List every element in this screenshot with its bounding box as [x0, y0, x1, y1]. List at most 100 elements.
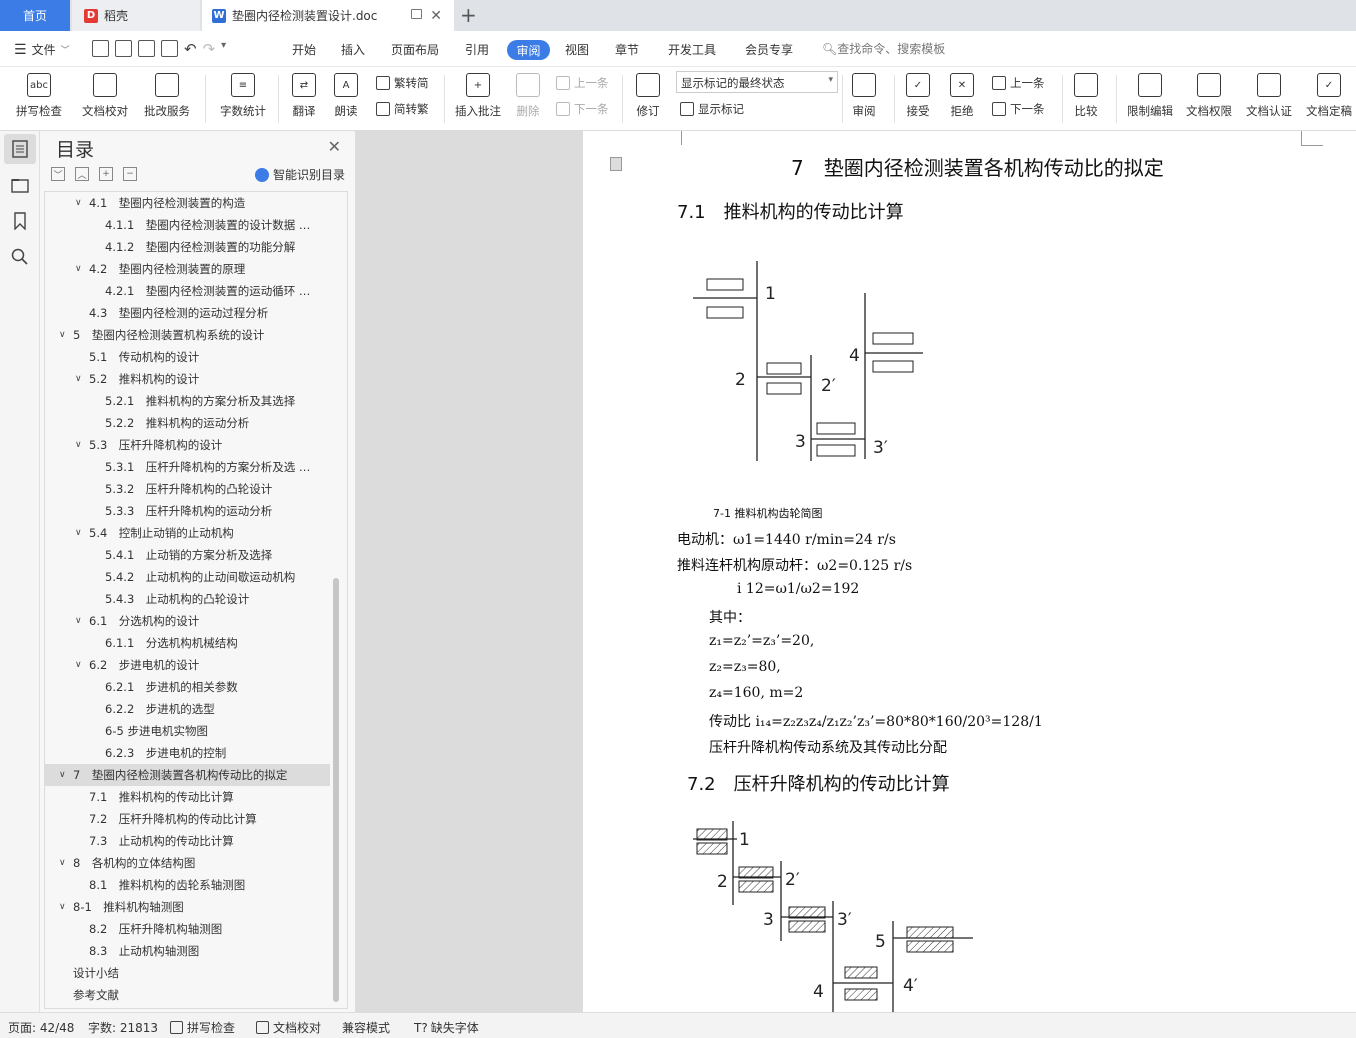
- chevron-down-icon[interactable]: ∨: [59, 770, 69, 780]
- menu-developer[interactable]: 开发工具: [668, 41, 716, 58]
- trad-to-simp-button[interactable]: 繁转简: [376, 75, 429, 91]
- doc-permission-button[interactable]: 文档权限: [1182, 67, 1236, 131]
- collapse-all-icon[interactable]: −: [123, 167, 137, 181]
- bookmark-icon[interactable]: [10, 211, 30, 231]
- search-icon[interactable]: [10, 247, 30, 267]
- compare-button[interactable]: 比较: [1068, 67, 1104, 131]
- file-menu[interactable]: ☰ 文件 ﹀: [14, 41, 70, 58]
- toc-item[interactable]: ∨ 6.2 步进电机的设计: [45, 654, 330, 676]
- toc-item[interactable]: 参考文献: [45, 984, 330, 1006]
- toc-item[interactable]: 5.3.1 压杆升降机构的方案分析及选 …: [45, 456, 330, 478]
- print-preview-icon[interactable]: [161, 40, 178, 57]
- toc-item[interactable]: ∨ 6.1 分选机构的设计: [45, 610, 330, 632]
- expand-level-icon[interactable]: ︿: [75, 167, 89, 181]
- toc-item[interactable]: ∨ 4.1 垫圈内径检测装置的构造: [45, 192, 330, 214]
- smart-toc-button[interactable]: 智能识别目录: [254, 166, 345, 183]
- page-count[interactable]: 页面: 42/48: [8, 1019, 74, 1036]
- toc-item[interactable]: 4.3 垫圈内径检测的运动过程分析: [45, 302, 330, 324]
- toc-item[interactable]: 4.1.1 垫圈内径检测装置的设计数据 …: [45, 214, 330, 236]
- chevron-down-icon[interactable]: ∨: [75, 198, 85, 208]
- chevron-down-icon[interactable]: ∨: [75, 374, 85, 384]
- next-comment-button[interactable]: 下一条: [556, 101, 609, 117]
- toc-item[interactable]: 5.4.3 止动机构的凸轮设计: [45, 588, 330, 610]
- menu-chapter[interactable]: 章节: [615, 41, 639, 58]
- customize-icon[interactable]: ▾: [221, 40, 226, 58]
- status-spell-check[interactable]: 拼写检查: [170, 1019, 235, 1036]
- reject-button[interactable]: ✕ 拒绝: [944, 67, 980, 131]
- export-pdf-icon[interactable]: [115, 40, 132, 57]
- undo-icon[interactable]: ↶: [184, 40, 197, 58]
- redo-icon[interactable]: ↷: [203, 40, 216, 58]
- menu-review[interactable]: 审阅: [507, 40, 550, 60]
- delete-comment-button[interactable]: 删除: [508, 67, 548, 131]
- menu-start[interactable]: 开始: [292, 41, 316, 58]
- toc-item[interactable]: 6.2.1 步进机的相关参数: [45, 676, 330, 698]
- toc-item[interactable]: 5.4.2 止动机构的止动间歇运动机构: [45, 566, 330, 588]
- toc-item[interactable]: ∨ 5.2 推料机构的设计: [45, 368, 330, 390]
- toc-item[interactable]: 5.3.3 压杆升降机构的运动分析: [45, 500, 330, 522]
- toc-item[interactable]: 7.1 推料机构的传动比计算: [45, 786, 330, 808]
- close-icon[interactable]: ✕: [328, 137, 341, 156]
- toc-item[interactable]: 5.4.1 止动销的方案分析及选择: [45, 544, 330, 566]
- chevron-down-icon[interactable]: ∨: [75, 264, 85, 274]
- word-count[interactable]: 字数: 21813: [88, 1019, 158, 1036]
- chapter-nav-icon[interactable]: [10, 175, 30, 195]
- toc-panel-icon[interactable]: [10, 139, 30, 159]
- toc-item[interactable]: 5.2.1 推料机构的方案分析及其选择: [45, 390, 330, 412]
- collapse-level-icon[interactable]: ﹀: [51, 167, 65, 181]
- next-change-button[interactable]: 下一条: [992, 101, 1045, 117]
- page-doc-icon[interactable]: [610, 157, 622, 171]
- word-count-button[interactable]: ≡ 字数统计: [214, 67, 272, 131]
- toc-item[interactable]: ∨ 8-1 推料机构轴测图: [45, 896, 330, 918]
- revise-button[interactable]: 修订: [628, 67, 668, 131]
- translate-button[interactable]: ⇄ 翻译: [284, 67, 324, 131]
- toc-item[interactable]: ∨ 5 垫圈内径检测装置机构系统的设计: [45, 324, 330, 346]
- menu-page-layout[interactable]: 页面布局: [391, 41, 439, 58]
- toc-item[interactable]: 8.3 止动机构轴测图: [45, 940, 330, 962]
- tab-document[interactable]: W 垫圈内径检测装置设计.doc ✕: [202, 0, 454, 31]
- restrict-edit-button[interactable]: 限制编辑: [1124, 67, 1176, 131]
- missing-font[interactable]: T? 缺失字体: [414, 1019, 479, 1036]
- chevron-down-icon[interactable]: ∨: [75, 616, 85, 626]
- chevron-down-icon[interactable]: ∨: [59, 858, 69, 868]
- simp-to-trad-button[interactable]: 简转繁: [376, 101, 429, 117]
- markup-state-select[interactable]: 显示标记的最终状态 ▾: [676, 71, 838, 93]
- show-markup-button[interactable]: 显示标记: [680, 101, 744, 117]
- tab-home[interactable]: 首页: [0, 0, 70, 31]
- chevron-down-icon[interactable]: ∨: [59, 330, 69, 340]
- save-icon[interactable]: [92, 40, 109, 57]
- toc-item[interactable]: ∨ 7 垫圈内径检测装置各机构传动比的拟定: [45, 764, 330, 786]
- toc-item[interactable]: 7.3 止动机构的传动比计算: [45, 830, 330, 852]
- chevron-down-icon[interactable]: ∨: [75, 440, 85, 450]
- correction-service-button[interactable]: 批改服务: [136, 67, 198, 131]
- toc-item[interactable]: 4.2.1 垫圈内径检测装置的运动循环 …: [45, 280, 330, 302]
- prev-change-button[interactable]: 上一条: [992, 75, 1045, 91]
- status-proofread[interactable]: 文档校对: [256, 1019, 321, 1036]
- toc-item[interactable]: 6.1.1 分选机构机械结构: [45, 632, 330, 654]
- toc-item[interactable]: 5.3.2 压杆升降机构的凸轮设计: [45, 478, 330, 500]
- tab-daoke[interactable]: D 稻壳: [72, 0, 200, 31]
- chevron-down-icon[interactable]: ∨: [75, 528, 85, 538]
- command-search[interactable]: 🔍︎查找命令、搜索模板: [822, 40, 945, 57]
- menu-references[interactable]: 引用: [465, 41, 489, 58]
- print-icon[interactable]: [138, 40, 155, 57]
- toc-item[interactable]: 8.2 压杆升降机构轴测图: [45, 918, 330, 940]
- chevron-down-icon[interactable]: ∨: [75, 660, 85, 670]
- spell-check-button[interactable]: abc 拼写检查: [8, 67, 70, 131]
- toc-item[interactable]: ∨ 8 各机构的立体结构图: [45, 852, 330, 874]
- menu-member[interactable]: 会员专享: [745, 41, 793, 58]
- tab-pin-icon[interactable]: [411, 9, 422, 19]
- toc-item[interactable]: 5.1 传动机构的设计: [45, 346, 330, 368]
- doc-proof-button[interactable]: 文档校对: [76, 67, 134, 131]
- toc-item[interactable]: 设计小结: [45, 962, 330, 984]
- chevron-down-icon[interactable]: ∨: [59, 902, 69, 912]
- menu-view[interactable]: 视图: [565, 41, 589, 58]
- toc-item[interactable]: 4.1.2 垫圈内径检测装置的功能分解: [45, 236, 330, 258]
- prev-comment-button[interactable]: 上一条: [556, 75, 609, 91]
- review-pane-button[interactable]: 审阅: [846, 67, 882, 131]
- close-icon[interactable]: ✕: [430, 8, 442, 24]
- insert-comment-button[interactable]: + 插入批注: [450, 67, 506, 131]
- toc-scrollbar[interactable]: [333, 578, 339, 1002]
- toc-item[interactable]: ∨ 5.4 控制止动销的止动机构: [45, 522, 330, 544]
- toc-item[interactable]: 8.1 推料机构的齿轮系轴测图: [45, 874, 330, 896]
